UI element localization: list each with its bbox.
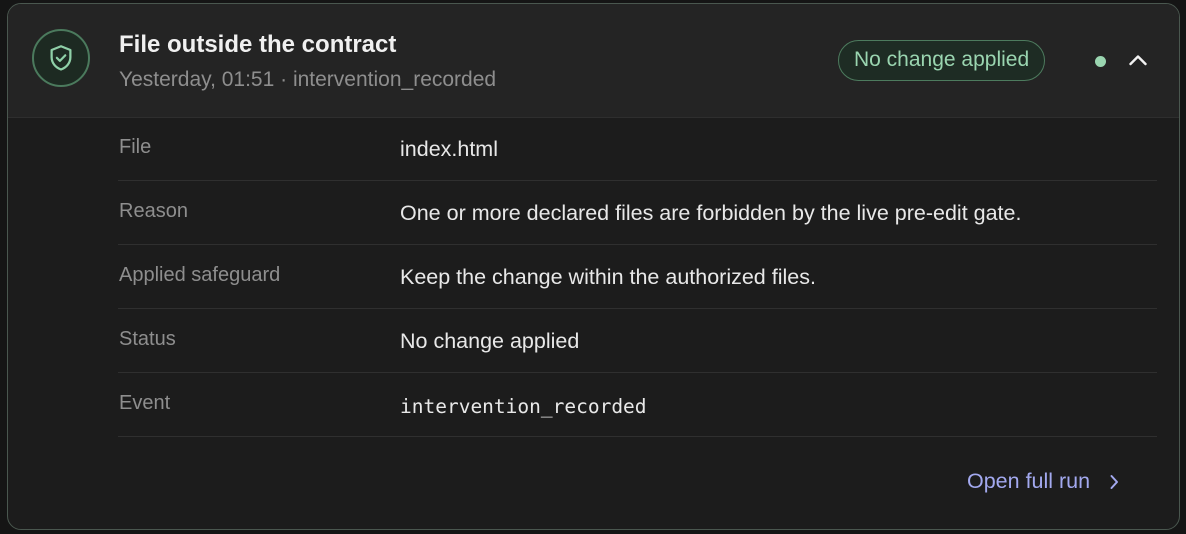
detail-value: intervention_recorded xyxy=(400,395,647,418)
status-badge: No change applied xyxy=(838,40,1046,81)
open-full-run-label: Open full run xyxy=(967,469,1091,493)
chevron-up-icon xyxy=(1129,55,1147,66)
detail-label: Applied safeguard xyxy=(119,264,281,286)
card-subtitle: Yesterday, 01:51 · intervention_recorded xyxy=(119,68,497,91)
detail-row-status: Status No change applied xyxy=(118,309,1157,373)
chevron-right-icon xyxy=(1110,474,1119,489)
detail-row-event: Event intervention_recorded xyxy=(118,373,1157,437)
detail-label: File xyxy=(119,136,152,158)
detail-row-reason: Reason One or more declared files are fo… xyxy=(118,181,1157,245)
detail-value: Keep the change within the authorized fi… xyxy=(400,265,816,289)
details-list: File index.html Reason One or more decla… xyxy=(118,117,1157,437)
open-full-run-link[interactable]: Open full run xyxy=(967,469,1120,494)
card-title: File outside the contract xyxy=(119,31,397,58)
collapse-button[interactable] xyxy=(1126,48,1150,72)
detail-row-file: File index.html xyxy=(118,117,1157,181)
detail-label: Event xyxy=(119,392,171,414)
shield-check-icon xyxy=(32,29,90,87)
detail-value: No change applied xyxy=(400,329,580,353)
intervention-card: File outside the contract Yesterday, 01:… xyxy=(7,3,1180,530)
card-header[interactable]: File outside the contract Yesterday, 01:… xyxy=(8,4,1179,118)
detail-row-safeguard: Applied safeguard Keep the change within… xyxy=(118,245,1157,309)
detail-value: One or more declared files are forbidden… xyxy=(400,201,1022,225)
detail-label: Reason xyxy=(119,200,188,222)
status-dot xyxy=(1095,56,1106,67)
detail-value: index.html xyxy=(400,137,498,161)
detail-label: Status xyxy=(119,328,176,350)
